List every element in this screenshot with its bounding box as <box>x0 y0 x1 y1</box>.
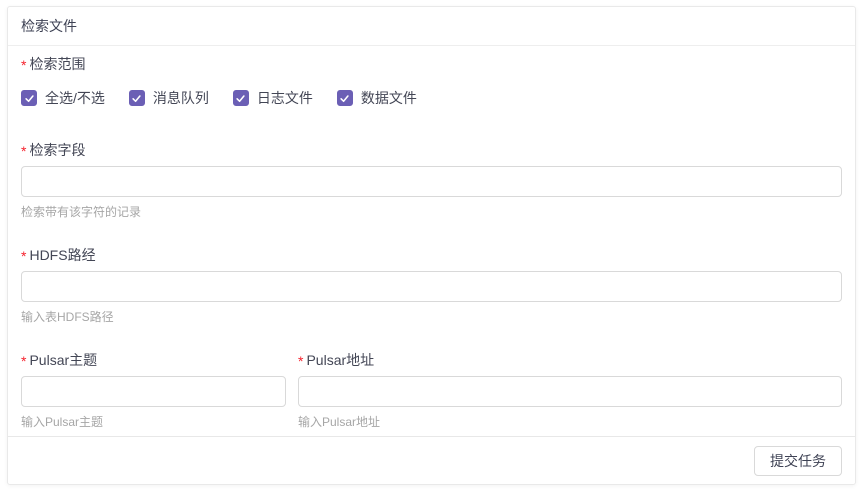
pulsar-address-input[interactable] <box>298 376 842 407</box>
search-field-input[interactable] <box>21 166 842 197</box>
checkbox-message-queue[interactable]: 消息队列 <box>129 88 209 108</box>
checkbox-checked-icon <box>21 90 37 106</box>
checkbox-log-file[interactable]: 日志文件 <box>233 88 313 108</box>
form-item-search-field: *检索字段 检索带有该字符的记录 <box>21 142 842 219</box>
search-field-label: *检索字段 <box>21 142 842 158</box>
checkbox-data-file[interactable]: 数据文件 <box>337 88 417 108</box>
form-item-hdfs-path: *HDFS路经 输入表HDFS路径 <box>21 247 842 324</box>
checkbox-label: 数据文件 <box>361 88 417 108</box>
search-scope-label: *检索范围 <box>21 56 842 72</box>
form-item-pulsar-address: *Pulsar地址 输入Pulsar地址 <box>298 352 842 429</box>
pulsar-address-label: *Pulsar地址 <box>298 352 842 368</box>
pulsar-topic-input[interactable] <box>21 376 286 407</box>
search-field-hint: 检索带有该字符的记录 <box>21 205 842 219</box>
required-asterisk: * <box>298 354 303 368</box>
pulsar-topic-label: *Pulsar主题 <box>21 352 286 368</box>
checkbox-checked-icon <box>337 90 353 106</box>
hdfs-path-hint: 输入表HDFS路径 <box>21 310 842 324</box>
form-item-search-scope: *检索范围 全选/不选 消息队列 日志文件 数据文件 <box>21 56 842 108</box>
pulsar-address-hint: 输入Pulsar地址 <box>298 415 842 429</box>
pulsar-topic-hint: 输入Pulsar主题 <box>21 415 286 429</box>
search-scope-checkbox-group: 全选/不选 消息队列 日志文件 数据文件 <box>21 88 842 108</box>
checkbox-checked-icon <box>233 90 249 106</box>
checkbox-select-all[interactable]: 全选/不选 <box>21 88 105 108</box>
form-item-pulsar-topic: *Pulsar主题 输入Pulsar主题 <box>21 352 286 429</box>
required-asterisk: * <box>21 354 26 368</box>
checkbox-label: 消息队列 <box>153 88 209 108</box>
required-asterisk: * <box>21 58 26 72</box>
card-body: *检索范围 全选/不选 消息队列 日志文件 数据文件 <box>8 46 855 436</box>
required-asterisk: * <box>21 144 26 158</box>
pulsar-row: *Pulsar主题 输入Pulsar主题 *Pulsar地址 输入Pulsar地… <box>21 352 842 429</box>
hdfs-path-label: *HDFS路经 <box>21 247 842 263</box>
hdfs-path-input[interactable] <box>21 271 842 302</box>
checkbox-checked-icon <box>129 90 145 106</box>
checkbox-label: 日志文件 <box>257 88 313 108</box>
card-footer: 提交任务 <box>8 436 855 484</box>
card-header: 检索文件 <box>8 7 855 46</box>
submit-task-button[interactable]: 提交任务 <box>754 446 842 476</box>
required-asterisk: * <box>21 249 26 263</box>
card-title: 检索文件 <box>21 18 77 34</box>
search-files-card: 检索文件 *检索范围 全选/不选 消息队列 日志文件 <box>7 6 856 485</box>
checkbox-label: 全选/不选 <box>45 88 105 108</box>
